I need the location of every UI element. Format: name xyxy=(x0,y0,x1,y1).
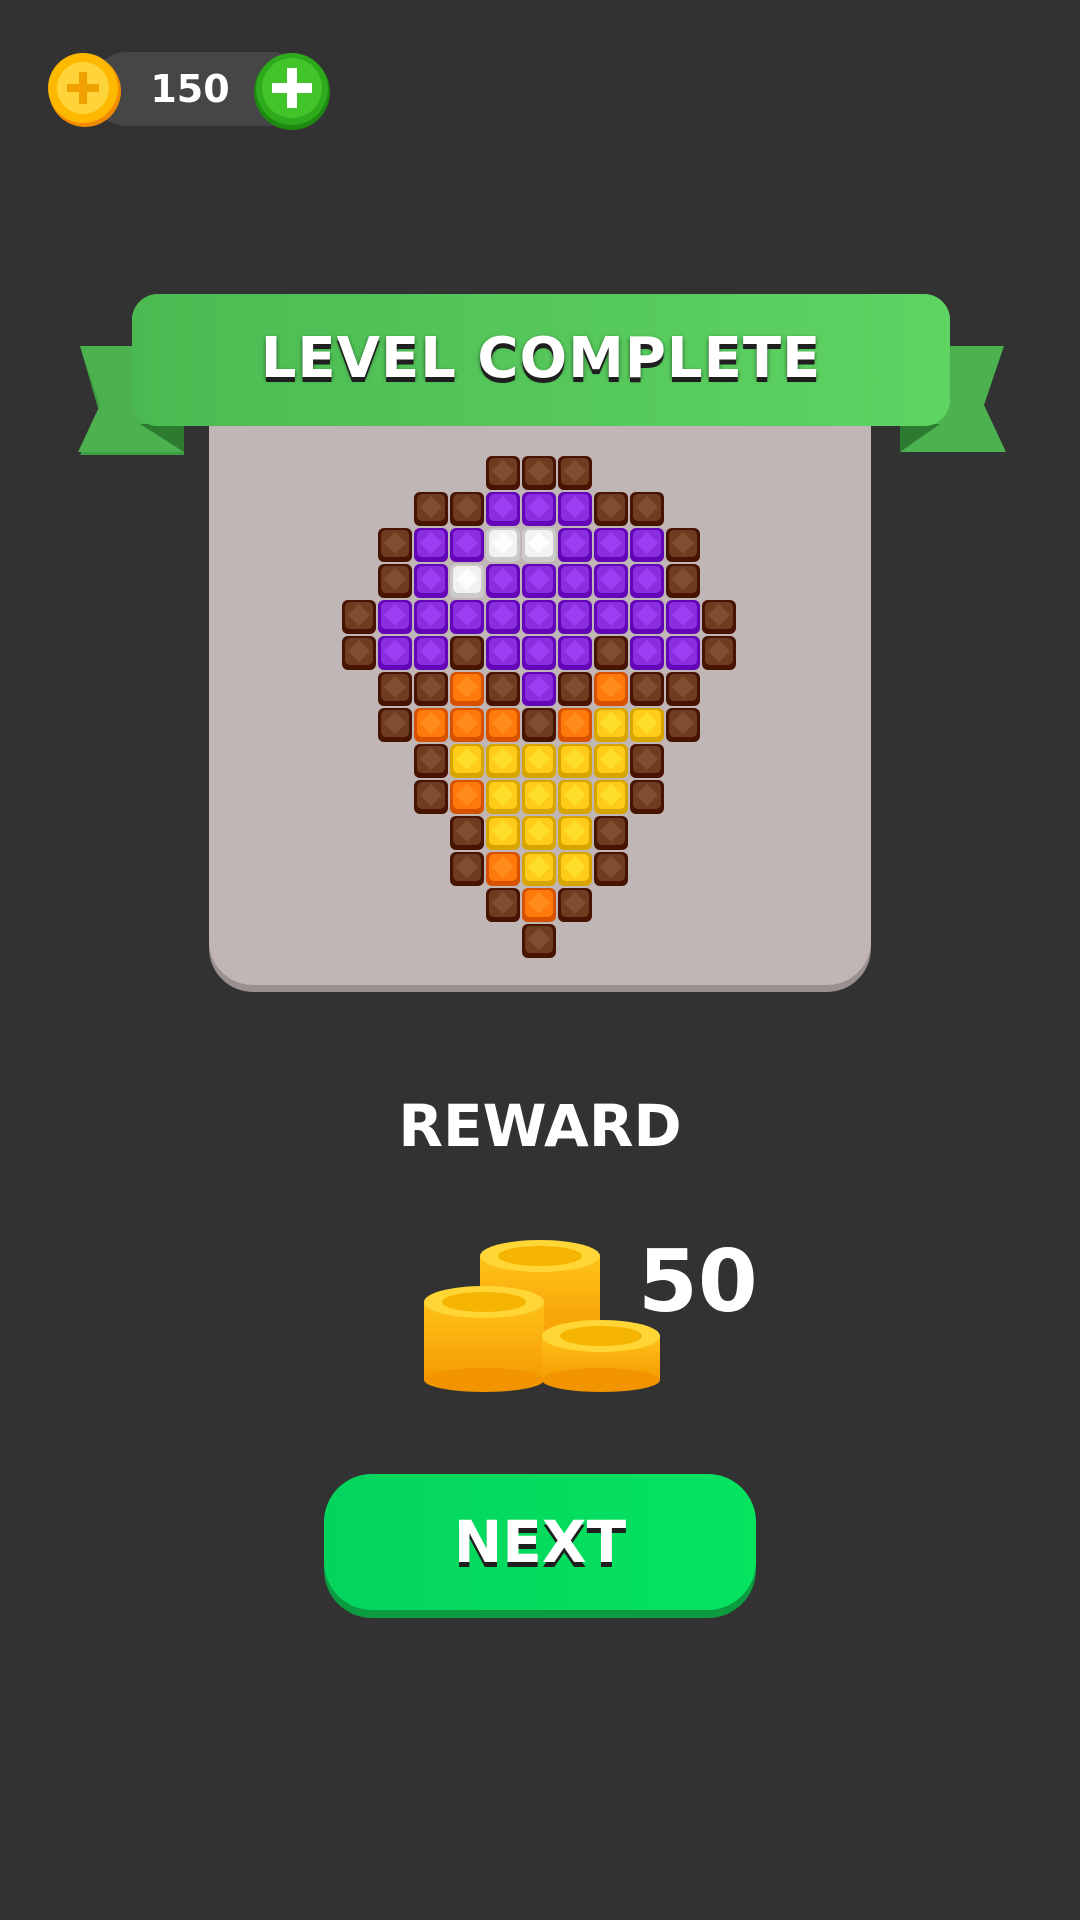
banner-title: LEVEL COMPLETE xyxy=(260,326,822,391)
reward-amount: 50 xyxy=(638,1232,758,1332)
puzzle-card xyxy=(209,400,871,985)
reward-label: REWARD xyxy=(398,1092,682,1160)
coin-stack-icon xyxy=(424,1240,660,1392)
next-button-label: NEXT xyxy=(453,1508,627,1576)
next-button[interactable]: NEXT xyxy=(324,1474,756,1610)
